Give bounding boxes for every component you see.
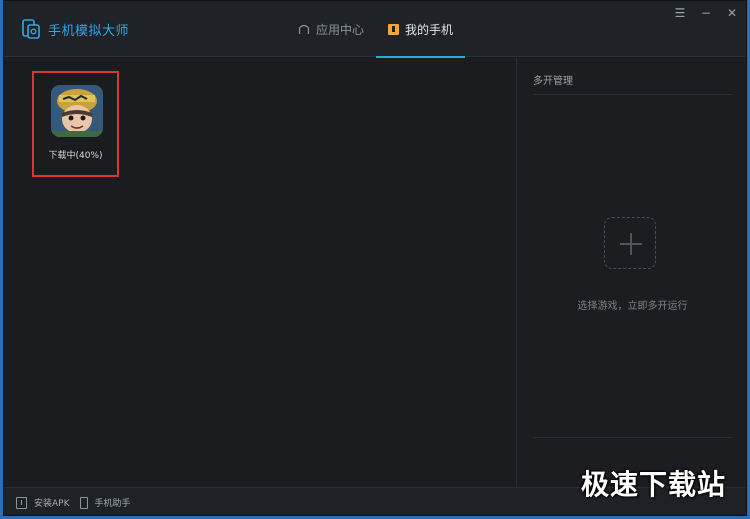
multi-open-hint: 选择游戏，立即多开运行 [577, 301, 688, 312]
tab-app-center-label: 应用中心 [316, 22, 365, 37]
multi-open-title: 多开管理 [533, 76, 573, 87]
install-apk-button[interactable]: 安装APK [16, 496, 70, 509]
phone-icon [388, 23, 400, 35]
multi-open-panel: 多开管理 选择游戏，立即多开运行 [516, 58, 746, 487]
installed-apps-panel: 下载中(40%) [4, 58, 516, 487]
home-icon [298, 23, 310, 35]
phone-assistant-button[interactable]: 手机助手 [79, 496, 131, 509]
add-game-button[interactable] [604, 217, 656, 269]
app-logo-icon [20, 18, 42, 40]
install-apk-icon [16, 496, 27, 509]
phone-assistant-icon [79, 496, 88, 509]
app-logo: 手机模拟大师 [20, 18, 129, 40]
menu-icon[interactable]: ☰ [674, 7, 686, 19]
divider [533, 94, 732, 95]
game-character-icon [51, 85, 103, 137]
main-tabs: 应用中心 我的手机 [286, 1, 466, 58]
tab-my-phone[interactable]: 我的手机 [376, 1, 466, 58]
install-apk-label: 安装APK [34, 499, 70, 509]
divider [533, 437, 732, 438]
main-window: 手机模拟大师 应用中心 我的手机 ☰ − ✕ 下载中(40%) 多开管理 选择游… [3, 0, 747, 516]
tab-app-center[interactable]: 应用中心 [286, 1, 376, 57]
minimize-icon[interactable]: − [700, 7, 712, 19]
phone-assistant-label: 手机助手 [94, 499, 131, 509]
close-icon[interactable]: ✕ [726, 7, 738, 19]
main-content: 下载中(40%) 多开管理 选择游戏，立即多开运行 [4, 58, 746, 487]
title-bar: 手机模拟大师 应用中心 我的手机 ☰ − ✕ [4, 1, 746, 58]
app-tile[interactable]: 下载中(40%) [32, 71, 119, 177]
tab-my-phone-label: 我的手机 [405, 22, 454, 37]
app-title: 手机模拟大师 [48, 23, 130, 39]
window-controls: ☰ − ✕ [674, 7, 738, 19]
watermark-logo: 极速下载站 [580, 468, 726, 501]
download-status: 下载中(40%) [48, 151, 103, 161]
